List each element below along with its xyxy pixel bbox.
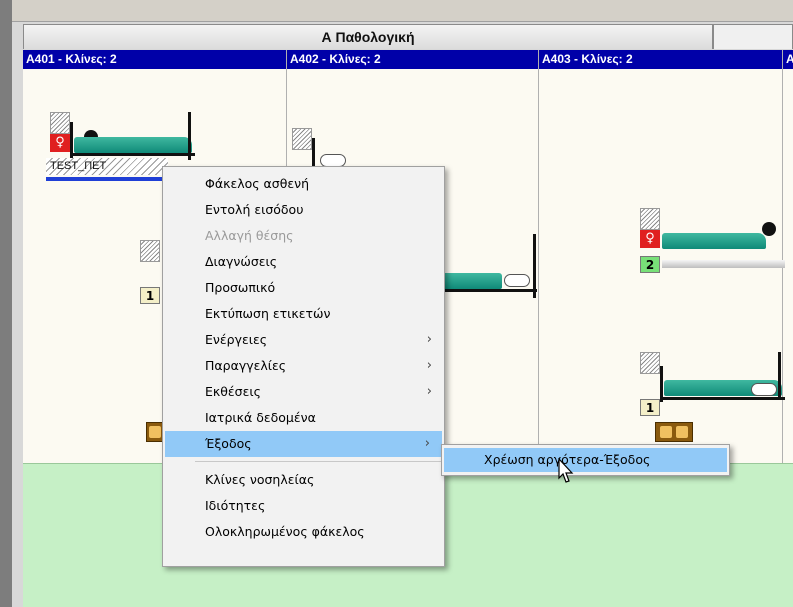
ward-tab-next[interactable] xyxy=(713,24,793,49)
patient-head-icon xyxy=(762,222,776,236)
patient-name-label[interactable]: TEST_ΠΕΤ xyxy=(46,158,168,175)
female-icon: ♀ xyxy=(50,134,70,152)
menu-item-medical-data[interactable]: Ιατρικά δεδομένα xyxy=(163,405,444,431)
chevron-right-icon: › xyxy=(424,436,430,451)
menu-item-print-labels[interactable]: Εκτύπωση ετικετών xyxy=(163,301,444,327)
bed-frame xyxy=(660,397,785,400)
menu-item-exit[interactable]: Έξοδος › xyxy=(165,431,442,457)
bed-sheet xyxy=(74,137,192,153)
bed-number-badge: 1 xyxy=(640,399,660,416)
bed-sheet xyxy=(662,233,766,249)
bed-a401-2[interactable]: ♀ xyxy=(50,112,195,164)
ward-title: Α Παθολογική xyxy=(321,29,415,45)
menu-item-complete-folder[interactable]: Ολοκληρωμένος φάκελος xyxy=(163,519,444,545)
bed-number-badge: 1 xyxy=(140,287,160,304)
selected-bed-indicator xyxy=(46,177,168,181)
menu-item-admission-order[interactable]: Εντολή εισόδου xyxy=(163,197,444,223)
menu-item-reports[interactable]: Εκθέσεις › xyxy=(163,379,444,405)
bed-hatch xyxy=(640,208,660,230)
chevron-right-icon: › xyxy=(426,358,432,373)
bed-a403-2[interactable]: ♀ xyxy=(640,208,785,268)
top-toolbar-edge xyxy=(12,0,793,22)
menu-item-orders[interactable]: Παραγγελίες › xyxy=(163,353,444,379)
menu-item-diagnoses[interactable]: Διαγνώσεις xyxy=(163,249,444,275)
left-panel-edge xyxy=(0,0,12,607)
menu-item-hospital-beds[interactable]: Κλίνες νοσηλείας xyxy=(163,467,444,493)
menu-item-staff[interactable]: Προσωπικό xyxy=(163,275,444,301)
bed-hatch xyxy=(640,352,660,374)
room-header: A xyxy=(783,50,793,69)
bed-hatch xyxy=(140,240,160,262)
door-icon xyxy=(655,422,693,442)
menu-item-actions[interactable]: Ενέργειες › xyxy=(163,327,444,353)
context-menu: Φάκελος ασθενή Εντολή εισόδου Αλλαγή θέσ… xyxy=(162,166,445,567)
pillow-icon xyxy=(504,274,530,287)
menu-item-properties[interactable]: Ιδιότητες xyxy=(163,493,444,519)
pillow-icon xyxy=(751,383,777,396)
bed-number-badge: 2 xyxy=(640,256,662,274)
menu-item-patient-folder[interactable]: Φάκελος ασθενή xyxy=(163,171,444,197)
chevron-right-icon: › xyxy=(426,332,432,347)
bed-a403-1[interactable]: 1 xyxy=(640,352,785,418)
ward-tab[interactable]: Α Παθολογική xyxy=(23,24,713,49)
menu-item-change-position: Αλλαγή θέσης xyxy=(205,228,294,243)
bed-footboard xyxy=(778,352,781,400)
mouse-pointer-icon xyxy=(558,458,574,483)
bed-hatch xyxy=(292,128,312,150)
menu-separator xyxy=(195,461,442,462)
bed-frame xyxy=(70,153,195,156)
room-header: A403 - Κλίνες: 2 xyxy=(539,50,782,69)
chevron-right-icon: › xyxy=(426,384,432,399)
room-header: A401 - Κλίνες: 2 xyxy=(23,50,286,69)
female-icon: ♀ xyxy=(640,230,660,248)
bed-hatch xyxy=(50,112,70,134)
submenu-item-charge-later-exit[interactable]: Χρέωση αργότερα-Έξοδος xyxy=(444,448,727,472)
exit-submenu: Χρέωση αργότερα-Έξοδος xyxy=(441,444,730,476)
room-header: A402 - Κλίνες: 2 xyxy=(287,50,538,69)
bed-base xyxy=(662,260,785,268)
